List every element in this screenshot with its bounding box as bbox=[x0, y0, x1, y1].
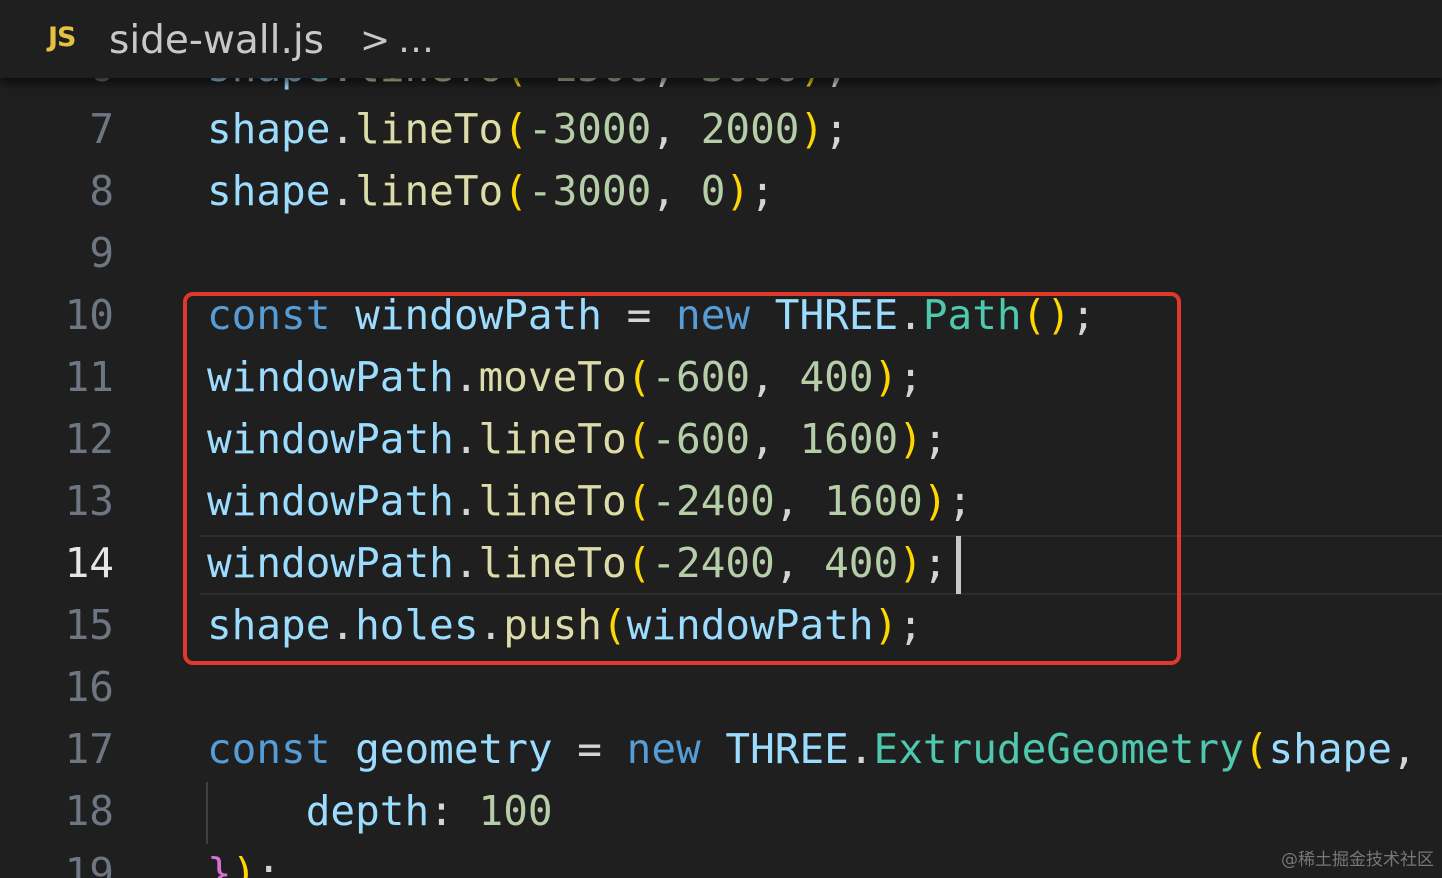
code-token: : bbox=[429, 787, 479, 835]
code-text[interactable]: const geometry = new THREE.ExtrudeGeomet… bbox=[207, 718, 1417, 780]
code-line[interactable]: 19}); bbox=[0, 842, 1442, 878]
line-number: 9 bbox=[89, 229, 114, 277]
code-line[interactable]: 18 depth: 100 bbox=[0, 780, 1442, 842]
code-token: new bbox=[626, 725, 701, 773]
line-number: 12 bbox=[64, 415, 114, 463]
code-token: ) bbox=[231, 849, 257, 878]
code-token: . bbox=[848, 725, 874, 773]
code-token: ; bbox=[750, 167, 775, 215]
code-token: . bbox=[330, 167, 356, 215]
code-token: , bbox=[651, 167, 701, 215]
line-number: 17 bbox=[64, 725, 114, 773]
code-token: , bbox=[1391, 725, 1417, 773]
code-line[interactable]: 8 shape.lineTo(-3000, 0); bbox=[0, 160, 1442, 222]
code-token: shape bbox=[1268, 725, 1392, 773]
line-number: 7 bbox=[89, 105, 114, 153]
code-token: depth bbox=[305, 787, 430, 835]
code-token: ( bbox=[1243, 725, 1269, 773]
code-text[interactable]: depth: 100 bbox=[207, 780, 553, 842]
editor-window: JS side-wall.js > … 6shape.lineTo(-1500,… bbox=[0, 0, 1442, 878]
code-token: } bbox=[207, 849, 232, 878]
code-token: -3000 bbox=[527, 167, 652, 215]
code-token: , bbox=[651, 105, 701, 153]
code-line[interactable]: 17 const geometry = new THREE.ExtrudeGeom… bbox=[0, 718, 1442, 780]
line-number: 13 bbox=[64, 477, 114, 525]
code-token: ) bbox=[725, 167, 751, 215]
line-number: 16 bbox=[64, 663, 114, 711]
code-token: = bbox=[552, 725, 627, 773]
code-token: 2000 bbox=[700, 105, 800, 153]
code-line[interactable]: 7 shape.lineTo(-3000, 2000); bbox=[0, 98, 1442, 160]
code-token: THREE bbox=[725, 725, 849, 773]
annotation-highlight-box bbox=[183, 292, 1181, 665]
line-number: 14 bbox=[64, 539, 114, 587]
code-token: shape bbox=[207, 105, 331, 153]
breadcrumb-file-name[interactable]: side-wall.js bbox=[109, 16, 324, 66]
line-number: 18 bbox=[64, 787, 114, 835]
code-token: ( bbox=[503, 105, 528, 153]
line-number: 19 bbox=[64, 849, 114, 878]
code-token: ; bbox=[824, 105, 849, 153]
code-token: lineTo bbox=[355, 105, 504, 153]
chevron-right-icon: > bbox=[360, 20, 391, 61]
code-token: -3000 bbox=[527, 105, 652, 153]
code-line[interactable]: 16 bbox=[0, 656, 1442, 718]
code-line[interactable]: 9 bbox=[0, 222, 1442, 284]
code-text[interactable]: }); bbox=[207, 842, 281, 878]
code-text[interactable]: shape.lineTo(-3000, 0); bbox=[207, 160, 775, 222]
code-token: 100 bbox=[478, 787, 553, 835]
code-token: ( bbox=[503, 167, 528, 215]
breadcrumb: JS side-wall.js > … bbox=[0, 0, 1442, 78]
javascript-file-icon: JS bbox=[48, 22, 76, 53]
line-number: 10 bbox=[64, 291, 114, 339]
code-token: lineTo bbox=[355, 167, 504, 215]
code-token: geometry bbox=[355, 725, 553, 773]
code-token: 0 bbox=[700, 167, 726, 215]
code-token: ; bbox=[256, 849, 282, 878]
code-token: . bbox=[330, 105, 356, 153]
code-token: const bbox=[207, 725, 331, 773]
line-number: 15 bbox=[64, 601, 114, 649]
watermark: @稀土掘金技术社区 bbox=[1281, 850, 1434, 870]
code-text[interactable]: shape.lineTo(-3000, 2000); bbox=[207, 98, 849, 160]
breadcrumb-more-symbols[interactable]: … bbox=[398, 16, 434, 66]
code-token: shape bbox=[207, 167, 331, 215]
line-number: 11 bbox=[64, 353, 114, 401]
line-number: 8 bbox=[89, 167, 114, 215]
code-token: ) bbox=[799, 105, 825, 153]
code-token: ExtrudeGeometry bbox=[873, 725, 1244, 773]
